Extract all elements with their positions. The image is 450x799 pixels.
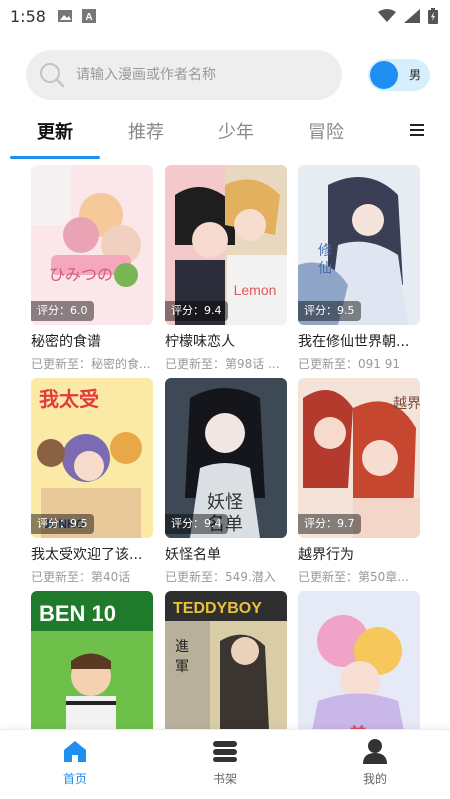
tab-adventure[interactable]: 冒险 — [308, 118, 344, 144]
status-time: 1:58 — [10, 6, 46, 26]
comic-cover-art: 美 — [298, 591, 420, 729]
comic-grid: ひみつの 评分：6.0 秘密的食谱 已更新至：秘密的食... Lemon 评分：… — [0, 165, 450, 729]
nav-profile[interactable]: 我的 — [335, 738, 415, 787]
comic-cover[interactable]: TEDDYBOY 進 軍 — [165, 591, 287, 729]
svg-text:我太受: 我太受 — [39, 387, 99, 411]
svg-text:仙: 仙 — [318, 260, 332, 276]
rating-badge: 评分：9.7 — [298, 514, 361, 534]
svg-text:Lemon: Lemon — [234, 282, 277, 298]
tab-indicator — [10, 156, 100, 159]
comic-card[interactable]: TEDDYBOY 進 軍 — [165, 591, 287, 729]
nav-home[interactable]: 首页 — [35, 738, 115, 787]
comic-cover[interactable]: 美 — [298, 591, 420, 729]
svg-text:BEN 10: BEN 10 — [39, 601, 116, 626]
nav-home-label: 首页 — [62, 772, 87, 786]
comic-cover[interactable]: Lemon 评分：9.4 — [165, 165, 287, 325]
comic-update-status: 已更新至：秘密的食... — [31, 357, 151, 371]
comic-title[interactable]: 秘密的食谱 — [31, 331, 153, 351]
comic-card[interactable]: BEN 10 — [31, 591, 153, 729]
search-row: 男 — [26, 50, 430, 100]
comic-card[interactable]: 美 — [298, 591, 420, 729]
svg-text:TEDDYBOY: TEDDYBOY — [173, 600, 262, 617]
svg-text:軍: 軍 — [175, 658, 189, 674]
comic-update-status: 已更新至：549.潜入 — [165, 570, 276, 584]
rating-badge: 评分：9.5 — [31, 514, 94, 534]
comic-cover[interactable]: 修 仙 评分：9.5 — [298, 165, 420, 325]
tab-shounen[interactable]: 少年 — [218, 118, 254, 144]
bottom-navigation: 首页 书架 我的 — [0, 729, 450, 799]
comic-cover-art: BEN 10 — [31, 591, 153, 729]
comic-card[interactable]: 越界 评分：9.7 越界行为 已更新至：第50章... — [298, 378, 420, 585]
comic-update-status: 已更新至：第50章... — [298, 570, 409, 584]
comic-cover[interactable]: 越界 评分：9.7 — [298, 378, 420, 538]
image-notification-icon — [57, 10, 72, 22]
toggle-knob — [370, 61, 398, 89]
svg-text:ひみつの: ひみつの — [49, 267, 113, 284]
comic-update-status: 已更新至：第40话 — [31, 570, 131, 584]
gender-toggle[interactable]: 男 — [368, 59, 430, 91]
search-input[interactable] — [76, 67, 316, 83]
comic-update-status: 已更新至：091 91 — [298, 357, 400, 371]
rating-badge: 评分：9.4 — [165, 301, 228, 321]
user-icon — [363, 739, 387, 764]
search-bar[interactable] — [26, 50, 342, 100]
nav-bookshelf-label: 书架 — [212, 772, 237, 786]
comic-title[interactable]: 妖怪名单 — [165, 544, 287, 564]
rating-badge: 评分：6.0 — [31, 301, 94, 321]
menu-icon[interactable] — [410, 124, 424, 136]
comic-card[interactable]: ひみつの 评分：6.0 秘密的食谱 已更新至：秘密的食... — [31, 165, 153, 372]
nav-bookshelf[interactable]: 书架 — [185, 738, 265, 787]
comic-card[interactable]: Lemon 评分：9.4 柠檬味恋人 已更新至：第98话 ... — [165, 165, 287, 372]
tab-recommend[interactable]: 推荐 — [128, 118, 164, 144]
wifi-icon — [378, 9, 396, 22]
comic-card[interactable]: 妖怪 名单 评分：9.4 妖怪名单 已更新至：549.潜入 — [165, 378, 287, 585]
category-tabs: 更新 推荐 少年 冒险 — [0, 110, 450, 160]
comic-card[interactable]: 修 仙 评分：9.5 我在修仙世界朝... 已更新至：091 91 — [298, 165, 420, 372]
svg-text:進: 進 — [175, 638, 189, 654]
comic-title[interactable]: 越界行为 — [298, 544, 420, 564]
comic-cover[interactable]: ひみつの 评分：6.0 — [31, 165, 153, 325]
signal-icon — [404, 9, 420, 23]
svg-text:A: A — [85, 12, 92, 23]
tab-update[interactable]: 更新 — [37, 118, 73, 144]
status-bar: 1:58 A — [0, 0, 450, 32]
svg-text:越界: 越界 — [393, 395, 420, 411]
comic-cover[interactable]: 我太受 JUNKO 评分：9.5 — [31, 378, 153, 538]
search-icon — [40, 63, 65, 88]
comic-title[interactable]: 柠檬味恋人 — [165, 331, 287, 351]
battery-icon — [428, 8, 438, 24]
comic-update-status: 已更新至：第98话 ... — [165, 357, 280, 371]
comic-card[interactable]: 我太受 JUNKO 评分：9.5 我太受欢迎了该... 已更新至：第40话 — [31, 378, 153, 585]
comic-title[interactable]: 我太受欢迎了该... — [31, 544, 153, 564]
svg-text:妖怪: 妖怪 — [207, 492, 243, 512]
comic-title[interactable]: 我在修仙世界朝... — [298, 331, 420, 351]
comic-cover[interactable]: BEN 10 — [31, 591, 153, 729]
comic-cover[interactable]: 妖怪 名单 评分：9.4 — [165, 378, 287, 538]
rating-badge: 评分：9.4 — [165, 514, 228, 534]
bookshelf-icon — [213, 741, 237, 762]
comic-cover-art: TEDDYBOY 進 軍 — [165, 591, 287, 729]
nav-profile-label: 我的 — [362, 772, 387, 786]
svg-text:修: 修 — [318, 242, 332, 258]
app-notification-icon: A — [81, 9, 96, 23]
gender-toggle-label: 男 — [408, 68, 421, 82]
home-icon — [64, 741, 86, 762]
rating-badge: 评分：9.5 — [298, 301, 361, 321]
